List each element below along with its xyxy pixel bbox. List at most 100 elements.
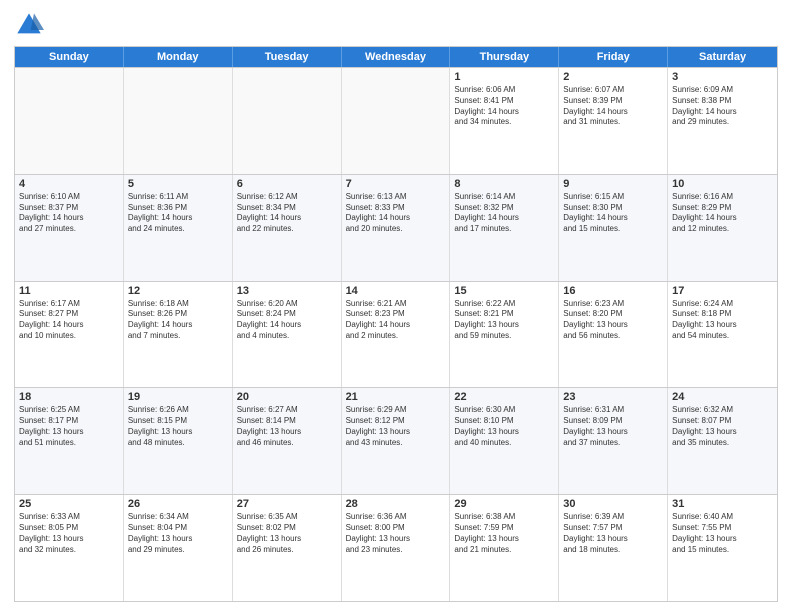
page: SundayMondayTuesdayWednesdayThursdayFrid…	[0, 0, 792, 612]
day-number: 13	[237, 285, 337, 297]
day-cell-16: 16 Sunrise: 6:23 AM Sunset: 8:20 PM Dayli…	[559, 282, 668, 388]
day-number: 8	[454, 178, 554, 190]
day-number: 23	[563, 391, 663, 403]
empty-cell	[124, 68, 233, 174]
day-info: Sunrise: 6:29 AM Sunset: 8:12 PM Dayligh…	[346, 405, 446, 448]
day-cell-15: 15 Sunrise: 6:22 AM Sunset: 8:21 PM Dayli…	[450, 282, 559, 388]
day-cell-9: 9 Sunrise: 6:15 AM Sunset: 8:30 PM Daylig…	[559, 175, 668, 281]
day-info: Sunrise: 6:38 AM Sunset: 7:59 PM Dayligh…	[454, 512, 554, 555]
day-number: 12	[128, 285, 228, 297]
day-info: Sunrise: 6:13 AM Sunset: 8:33 PM Dayligh…	[346, 192, 446, 235]
header-day-wednesday: Wednesday	[342, 47, 451, 67]
day-cell-14: 14 Sunrise: 6:21 AM Sunset: 8:23 PM Dayli…	[342, 282, 451, 388]
day-number: 26	[128, 498, 228, 510]
day-info: Sunrise: 6:34 AM Sunset: 8:04 PM Dayligh…	[128, 512, 228, 555]
day-info: Sunrise: 6:11 AM Sunset: 8:36 PM Dayligh…	[128, 192, 228, 235]
day-number: 1	[454, 71, 554, 83]
day-cell-17: 17 Sunrise: 6:24 AM Sunset: 8:18 PM Dayli…	[668, 282, 777, 388]
day-number: 4	[19, 178, 119, 190]
empty-cell	[15, 68, 124, 174]
day-info: Sunrise: 6:39 AM Sunset: 7:57 PM Dayligh…	[563, 512, 663, 555]
week-row-3: 11 Sunrise: 6:17 AM Sunset: 8:27 PM Dayli…	[15, 281, 777, 388]
day-cell-7: 7 Sunrise: 6:13 AM Sunset: 8:33 PM Daylig…	[342, 175, 451, 281]
day-info: Sunrise: 6:20 AM Sunset: 8:24 PM Dayligh…	[237, 299, 337, 342]
day-info: Sunrise: 6:18 AM Sunset: 8:26 PM Dayligh…	[128, 299, 228, 342]
day-cell-13: 13 Sunrise: 6:20 AM Sunset: 8:24 PM Dayli…	[233, 282, 342, 388]
week-row-2: 4 Sunrise: 6:10 AM Sunset: 8:37 PM Daylig…	[15, 174, 777, 281]
day-info: Sunrise: 6:10 AM Sunset: 8:37 PM Dayligh…	[19, 192, 119, 235]
day-number: 3	[672, 71, 773, 83]
day-info: Sunrise: 6:15 AM Sunset: 8:30 PM Dayligh…	[563, 192, 663, 235]
logo	[14, 10, 48, 40]
day-number: 20	[237, 391, 337, 403]
day-number: 11	[19, 285, 119, 297]
day-number: 2	[563, 71, 663, 83]
day-number: 5	[128, 178, 228, 190]
day-cell-31: 31 Sunrise: 6:40 AM Sunset: 7:55 PM Dayli…	[668, 495, 777, 601]
day-info: Sunrise: 6:40 AM Sunset: 7:55 PM Dayligh…	[672, 512, 773, 555]
week-row-1: 1 Sunrise: 6:06 AM Sunset: 8:41 PM Daylig…	[15, 67, 777, 174]
day-info: Sunrise: 6:27 AM Sunset: 8:14 PM Dayligh…	[237, 405, 337, 448]
day-number: 6	[237, 178, 337, 190]
day-cell-24: 24Sunrise: 6:32 AM Sunset: 8:07 PM Dayli…	[668, 388, 777, 494]
header-day-friday: Friday	[559, 47, 668, 67]
day-number: 22	[454, 391, 554, 403]
day-cell-21: 21 Sunrise: 6:29 AM Sunset: 8:12 PM Dayli…	[342, 388, 451, 494]
day-cell-20: 20 Sunrise: 6:27 AM Sunset: 8:14 PM Dayli…	[233, 388, 342, 494]
header-day-saturday: Saturday	[668, 47, 777, 67]
day-info: Sunrise: 6:12 AM Sunset: 8:34 PM Dayligh…	[237, 192, 337, 235]
day-cell-28: 28Sunrise: 6:36 AM Sunset: 8:00 PM Dayli…	[342, 495, 451, 601]
day-info: Sunrise: 6:30 AM Sunset: 8:10 PM Dayligh…	[454, 405, 554, 448]
day-number: 10	[672, 178, 773, 190]
day-number: 25	[19, 498, 119, 510]
day-info: Sunrise: 6:33 AM Sunset: 8:05 PM Dayligh…	[19, 512, 119, 555]
day-number: 30	[563, 498, 663, 510]
day-number: 9	[563, 178, 663, 190]
day-cell-12: 12 Sunrise: 6:18 AM Sunset: 8:26 PM Dayli…	[124, 282, 233, 388]
day-number: 27	[237, 498, 337, 510]
day-number: 7	[346, 178, 446, 190]
day-info: Sunrise: 6:22 AM Sunset: 8:21 PM Dayligh…	[454, 299, 554, 342]
day-cell-22: 22 Sunrise: 6:30 AM Sunset: 8:10 PM Dayli…	[450, 388, 559, 494]
day-info: Sunrise: 6:26 AM Sunset: 8:15 PM Dayligh…	[128, 405, 228, 448]
empty-cell	[342, 68, 451, 174]
week-row-5: 25 Sunrise: 6:33 AM Sunset: 8:05 PM Dayli…	[15, 494, 777, 601]
header-day-monday: Monday	[124, 47, 233, 67]
day-number: 31	[672, 498, 773, 510]
header-day-thursday: Thursday	[450, 47, 559, 67]
calendar: SundayMondayTuesdayWednesdayThursdayFrid…	[14, 46, 778, 602]
day-cell-30: 30 Sunrise: 6:39 AM Sunset: 7:57 PM Dayli…	[559, 495, 668, 601]
day-number: 18	[19, 391, 119, 403]
day-cell-8: 8Sunrise: 6:14 AM Sunset: 8:32 PM Daylig…	[450, 175, 559, 281]
day-cell-19: 19Sunrise: 6:26 AM Sunset: 8:15 PM Dayli…	[124, 388, 233, 494]
day-number: 15	[454, 285, 554, 297]
day-info: Sunrise: 6:06 AM Sunset: 8:41 PM Dayligh…	[454, 85, 554, 128]
header-day-tuesday: Tuesday	[233, 47, 342, 67]
day-cell-2: 2Sunrise: 6:07 AM Sunset: 8:39 PM Daylig…	[559, 68, 668, 174]
day-number: 28	[346, 498, 446, 510]
day-cell-27: 27 Sunrise: 6:35 AM Sunset: 8:02 PM Dayli…	[233, 495, 342, 601]
day-number: 16	[563, 285, 663, 297]
day-cell-29: 29 Sunrise: 6:38 AM Sunset: 7:59 PM Dayli…	[450, 495, 559, 601]
day-info: Sunrise: 6:23 AM Sunset: 8:20 PM Dayligh…	[563, 299, 663, 342]
day-info: Sunrise: 6:16 AM Sunset: 8:29 PM Dayligh…	[672, 192, 773, 235]
day-cell-3: 3Sunrise: 6:09 AM Sunset: 8:38 PM Daylig…	[668, 68, 777, 174]
empty-cell	[233, 68, 342, 174]
day-info: Sunrise: 6:17 AM Sunset: 8:27 PM Dayligh…	[19, 299, 119, 342]
day-cell-26: 26 Sunrise: 6:34 AM Sunset: 8:04 PM Dayli…	[124, 495, 233, 601]
day-info: Sunrise: 6:21 AM Sunset: 8:23 PM Dayligh…	[346, 299, 446, 342]
day-number: 29	[454, 498, 554, 510]
day-number: 17	[672, 285, 773, 297]
day-info: Sunrise: 6:31 AM Sunset: 8:09 PM Dayligh…	[563, 405, 663, 448]
day-cell-23: 23 Sunrise: 6:31 AM Sunset: 8:09 PM Dayli…	[559, 388, 668, 494]
day-cell-4: 4 Sunrise: 6:10 AM Sunset: 8:37 PM Daylig…	[15, 175, 124, 281]
day-cell-25: 25 Sunrise: 6:33 AM Sunset: 8:05 PM Dayli…	[15, 495, 124, 601]
logo-icon	[14, 10, 44, 40]
day-number: 14	[346, 285, 446, 297]
day-cell-1: 1 Sunrise: 6:06 AM Sunset: 8:41 PM Daylig…	[450, 68, 559, 174]
day-info: Sunrise: 6:35 AM Sunset: 8:02 PM Dayligh…	[237, 512, 337, 555]
day-cell-11: 11 Sunrise: 6:17 AM Sunset: 8:27 PM Dayli…	[15, 282, 124, 388]
day-number: 21	[346, 391, 446, 403]
day-cell-10: 10 Sunrise: 6:16 AM Sunset: 8:29 PM Dayli…	[668, 175, 777, 281]
day-info: Sunrise: 6:24 AM Sunset: 8:18 PM Dayligh…	[672, 299, 773, 342]
